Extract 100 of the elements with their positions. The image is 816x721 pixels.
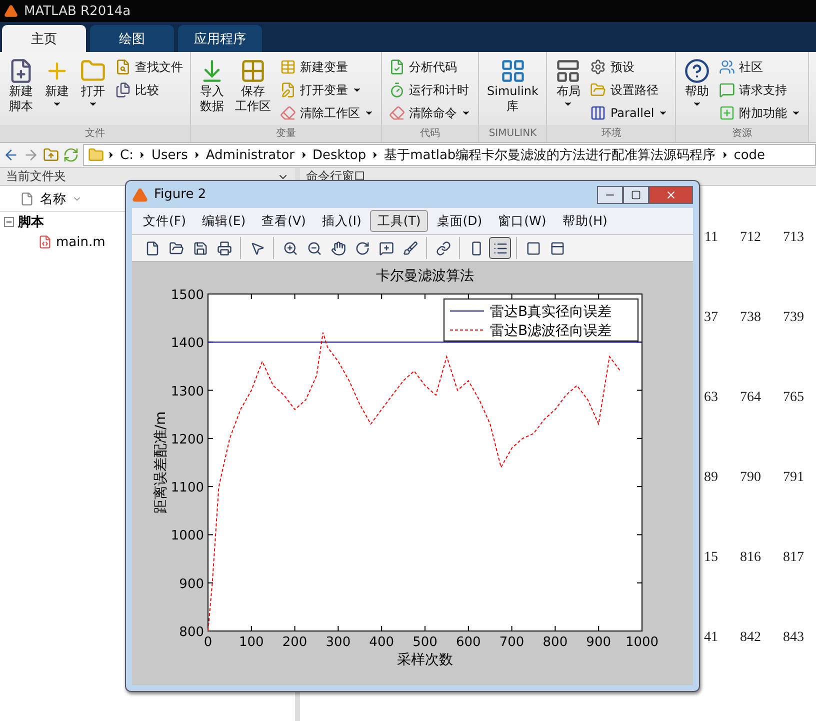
output-number: 817 <box>782 550 804 567</box>
y-tick-label: 1500 <box>170 288 204 303</box>
y-tick-label: 1400 <box>170 336 204 352</box>
ribbon-button[interactable]: 打开 <box>76 56 110 111</box>
file-search-icon <box>115 59 131 75</box>
y-tick-label: 900 <box>179 576 204 592</box>
ribbon-button[interactable]: 新建 <box>40 56 74 111</box>
y-tick-label: 1000 <box>170 528 204 544</box>
path-segment[interactable]: Users <box>149 148 190 162</box>
ribbon-button[interactable]: 布局 <box>551 56 586 111</box>
output-number: 713 <box>782 230 804 247</box>
path-segment[interactable]: Desktop <box>310 148 368 162</box>
output-number: 765 <box>782 390 804 407</box>
output-number: 712 <box>739 230 761 247</box>
menu-item[interactable]: 查看(V) <box>254 210 313 232</box>
toolbar-button[interactable] <box>489 237 511 259</box>
ribbon-button[interactable]: 附加功能 <box>716 102 804 124</box>
path-segment[interactable]: code <box>732 148 768 162</box>
output-number: 843 <box>782 630 804 647</box>
ribbon-button[interactable]: 新建 脚本 <box>4 56 38 116</box>
ribbon-button[interactable]: 设置路径 <box>587 79 672 101</box>
collapse-icon[interactable] <box>4 217 14 227</box>
file-icon <box>20 192 34 206</box>
x-tick-label: 0 <box>204 635 212 650</box>
ribbon-button[interactable]: 查找文件 <box>112 56 186 78</box>
ribbon-button[interactable]: 清除工作区 <box>277 102 377 124</box>
eraser-icon <box>389 105 405 121</box>
legend-line-sample <box>450 310 484 312</box>
menu-item[interactable]: 编辑(E) <box>194 210 253 232</box>
group-label: 代码 <box>382 125 478 142</box>
group-label: 环境 <box>547 125 676 142</box>
check-icon <box>389 59 405 75</box>
ribbon-button[interactable]: 分析代码 <box>386 56 474 78</box>
print-icon <box>216 240 232 256</box>
hand-icon <box>330 240 346 256</box>
rotate-icon <box>354 240 370 256</box>
plus-icon <box>719 105 736 121</box>
menu-item[interactable]: 桌面(D) <box>430 210 490 232</box>
tree-file-row[interactable]: main.m <box>0 232 106 252</box>
x-tick-label: 1000 <box>625 635 659 650</box>
output-number: 63 <box>703 390 718 407</box>
output-number: 11 <box>704 230 718 247</box>
menu-item[interactable]: 帮助(H) <box>555 210 614 232</box>
group-label: 资源 <box>676 125 808 142</box>
path-segment[interactable]: C: <box>118 148 136 162</box>
minimize-button[interactable] <box>597 186 623 204</box>
back-icon[interactable] <box>3 147 19 163</box>
maximize-icon <box>631 190 641 200</box>
ribbon-button[interactable]: Simulink 库 <box>483 56 542 116</box>
open-folder-icon <box>168 240 184 256</box>
legend-label: 雷达B滤波径向误差 <box>490 323 612 339</box>
ribbon-button[interactable]: 导入 数据 <box>195 56 229 116</box>
folder-icon <box>590 82 606 98</box>
brush-icon <box>402 240 418 256</box>
output-number: 37 <box>703 310 718 327</box>
ribbon-tab[interactable]: 绘图 <box>90 25 174 52</box>
compare-icon <box>115 82 131 98</box>
x-axis-label: 采样次数 <box>397 652 453 668</box>
ribbon-button[interactable]: 打开变量 <box>277 79 377 101</box>
column-title[interactable]: 名称 <box>40 190 66 208</box>
x-tick-label: 700 <box>499 635 524 650</box>
timer-icon <box>389 82 405 98</box>
ribbon-button[interactable]: 社区 <box>716 56 804 78</box>
close-button[interactable] <box>649 186 693 204</box>
output-number: 790 <box>739 470 761 487</box>
ribbon-button[interactable]: Parallel <box>587 102 672 124</box>
zoom-out-icon <box>306 240 322 256</box>
folder-icon <box>80 58 106 84</box>
path-segment[interactable]: Administrator <box>204 148 296 162</box>
window-title: MATLAB R2014a <box>24 4 131 18</box>
ribbon-tab[interactable]: 主页 <box>2 25 86 52</box>
script-file-icon <box>38 235 52 249</box>
x-tick-label: 600 <box>456 635 481 650</box>
ribbon-tab[interactable]: 应用程序 <box>178 25 262 52</box>
menu-item[interactable]: 文件(F) <box>136 210 193 232</box>
new-file-icon <box>144 240 160 256</box>
message-icon <box>719 82 736 98</box>
tree-folder-row[interactable]: 脚本 <box>0 212 44 232</box>
ribbon-button[interactable]: 清除命令 <box>386 102 474 124</box>
up-folder-icon[interactable] <box>43 147 59 163</box>
ribbon-button[interactable]: 请求支持 <box>716 79 804 101</box>
output-number: 791 <box>782 470 804 487</box>
ribbon-button[interactable]: 预设 <box>587 56 672 78</box>
ribbon-button[interactable]: 比较 <box>112 79 186 101</box>
path-segment[interactable]: 基于matlab编程卡尔曼滤波的方法进行配准算法源码程序 <box>382 146 718 164</box>
ribbon-button[interactable]: 帮助 <box>680 56 714 111</box>
menu-item[interactable]: 插入(I) <box>314 210 368 232</box>
pointer-icon <box>250 240 264 256</box>
output-number: 41 <box>703 630 718 647</box>
path-field[interactable]: C: Users Administrator Desktop 基于matlab编程卡尔曼滤波的方法进行配准算法源码程序 code <box>83 144 816 166</box>
ribbon-button[interactable]: 新建变量 <box>277 56 377 78</box>
menu-item[interactable]: 工具(T) <box>370 210 428 232</box>
link-icon <box>436 240 450 256</box>
group-label: 变量 <box>191 125 381 142</box>
ribbon-button[interactable]: 运行和计时 <box>386 79 474 101</box>
ribbon-button[interactable]: 保存 工作区 <box>231 56 275 116</box>
output-number: 738 <box>739 310 761 327</box>
menu-item[interactable]: 窗口(W) <box>491 210 554 232</box>
output-number: 764 <box>739 390 761 407</box>
maximize-button[interactable] <box>623 186 649 204</box>
